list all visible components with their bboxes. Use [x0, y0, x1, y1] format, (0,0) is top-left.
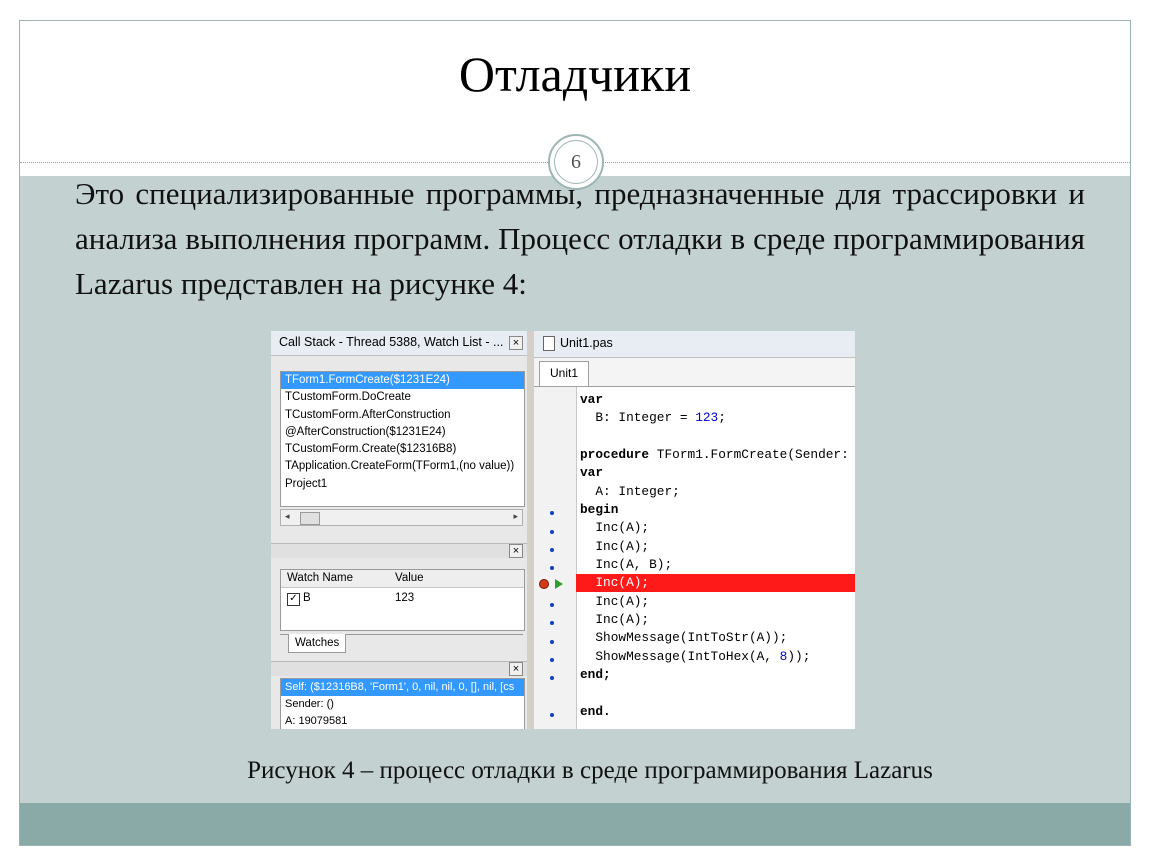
- code-line[interactable]: [576, 428, 855, 446]
- debug-panel: Call Stack - Thread 5388, Watch List - .…: [271, 331, 528, 729]
- watch-name: B: [303, 592, 311, 604]
- watch-value: 123: [395, 592, 415, 604]
- call-stack-list[interactable]: TForm1.FormCreate($1231E24) TCustomForm.…: [280, 371, 525, 507]
- code-text: TForm1.FormCreate(Sender: TObject);: [656, 447, 849, 462]
- code-line[interactable]: A: Integer;: [576, 483, 855, 501]
- slide-title: Отладчики: [458, 46, 692, 102]
- watch-row[interactable]: ✓ B 123: [281, 592, 524, 608]
- panel-splitter[interactable]: [527, 331, 534, 729]
- scroll-right-icon[interactable]: ▸: [513, 511, 518, 522]
- locals-panel-header: ×: [271, 661, 527, 676]
- executable-line-icon: [550, 640, 554, 644]
- page-number: 6: [554, 140, 598, 184]
- breakpoint-icon[interactable]: [539, 579, 549, 589]
- code-line[interactable]: ShowMessage(IntToHex(A, 8));: [576, 648, 855, 666]
- editor-titlebar: Unit1.pas: [534, 331, 855, 358]
- execution-point-icon: [555, 579, 563, 589]
- code-line[interactable]: B: Integer = 123;: [576, 409, 855, 427]
- body-text: Это специализированные программы, предна…: [75, 176, 1085, 301]
- close-icon[interactable]: ×: [509, 544, 523, 558]
- watch-grid-header: Watch Name Value: [281, 570, 524, 588]
- executable-line-icon: [550, 621, 554, 625]
- scrollbar-thumb[interactable]: [300, 512, 320, 525]
- locals-item[interactable]: Self: ($12316B8, 'Form1', 0, nil, nil, 0…: [281, 679, 524, 696]
- slide: Отладчики 6 Это специализированные прогр…: [19, 20, 1131, 846]
- code-line[interactable]: Inc(A);: [576, 611, 855, 629]
- code-text: B: Integer =: [580, 410, 696, 425]
- debug-panel-titlebar: Call Stack - Thread 5388, Watch List - .…: [271, 331, 527, 356]
- call-stack-item[interactable]: @AfterConstruction($1231E24): [281, 424, 524, 441]
- code-line[interactable]: Inc(A);: [576, 538, 855, 556]
- call-stack-item[interactable]: TCustomForm.DoCreate: [281, 389, 524, 406]
- code-line[interactable]: Inc(A);: [576, 519, 855, 537]
- watch-grid[interactable]: Watch Name Value ✓ B 123: [280, 569, 525, 631]
- code-line[interactable]: ShowMessage(IntToStr(A));: [576, 629, 855, 647]
- code-keyword: procedure: [580, 447, 650, 462]
- call-stack-item[interactable]: TForm1.FormCreate($1231E24): [281, 372, 524, 390]
- figure-caption: Рисунок 4 – процесс отладки в среде прог…: [247, 757, 933, 784]
- code-line[interactable]: var: [576, 391, 855, 409]
- call-stack-item[interactable]: TCustomForm.AfterConstruction: [281, 407, 524, 424]
- code-line[interactable]: Inc(A);: [576, 593, 855, 611]
- ide-screenshot: Call Stack - Thread 5388, Watch List - .…: [271, 331, 855, 729]
- code-text: ShowMessage(IntToHex(A,: [580, 649, 780, 664]
- tab-watches[interactable]: Watches: [288, 634, 347, 653]
- code-line[interactable]: Inc(A, B);: [576, 556, 855, 574]
- footer-band: [20, 803, 1130, 845]
- close-icon[interactable]: ×: [509, 336, 523, 350]
- code-line[interactable]: var: [576, 464, 855, 482]
- executable-line-icon: [550, 511, 554, 515]
- horizontal-scrollbar[interactable]: ◂ ▸: [280, 509, 523, 526]
- code-line[interactable]: procedure TForm1.FormCreate(Sender: TObj…: [576, 446, 855, 464]
- code-line-current[interactable]: Inc(A);: [576, 574, 855, 593]
- code-line[interactable]: end;: [576, 666, 855, 684]
- locals-item[interactable]: A: 19079581: [281, 713, 524, 729]
- source-editor: Unit1.pas Unit1 var B: Integer = 123; pr…: [534, 331, 855, 729]
- file-icon: [543, 336, 555, 351]
- code-line[interactable]: [576, 684, 855, 702]
- watch-tabstrip: Watches: [280, 634, 523, 655]
- locals-item[interactable]: Sender: (): [281, 696, 524, 713]
- executable-line-icon: [550, 713, 554, 717]
- code-number: 123: [695, 410, 719, 425]
- watch-enabled-checkbox[interactable]: ✓: [287, 593, 300, 606]
- code-line[interactable]: begin: [576, 501, 855, 519]
- column-header-watch-name[interactable]: Watch Name: [287, 572, 353, 584]
- code-text: ));: [787, 649, 811, 664]
- call-stack-item[interactable]: TApplication.CreateForm(TForm1,(no value…: [281, 458, 524, 475]
- debug-panel-title: Call Stack - Thread 5388, Watch List - .…: [279, 335, 504, 349]
- editor-tabbar: Unit1: [534, 358, 855, 387]
- executable-line-icon: [550, 603, 554, 607]
- page-number-badge: 6: [548, 134, 604, 190]
- executable-line-icon: [550, 676, 554, 680]
- editor-gutter[interactable]: [534, 387, 577, 729]
- executable-line-icon: [550, 530, 554, 534]
- code-text: ;: [718, 410, 726, 425]
- locals-list[interactable]: Self: ($12316B8, 'Form1', 0, nil, nil, 0…: [280, 678, 525, 729]
- column-header-value[interactable]: Value: [395, 572, 424, 584]
- tab-unit1[interactable]: Unit1: [539, 361, 589, 386]
- editor-title: Unit1.pas: [560, 336, 613, 350]
- executable-line-icon: [550, 658, 554, 662]
- call-stack-item[interactable]: TCustomForm.Create($12316B8): [281, 441, 524, 458]
- code-area[interactable]: var B: Integer = 123; procedure TForm1.F…: [576, 387, 855, 729]
- call-stack-item[interactable]: Project1: [281, 476, 524, 493]
- code-line[interactable]: end.: [576, 703, 855, 721]
- executable-line-icon: [550, 566, 554, 570]
- scroll-left-icon[interactable]: ◂: [285, 511, 290, 522]
- close-icon[interactable]: ×: [509, 662, 523, 676]
- watch-panel-header: ×: [271, 543, 527, 558]
- executable-line-icon: [550, 548, 554, 552]
